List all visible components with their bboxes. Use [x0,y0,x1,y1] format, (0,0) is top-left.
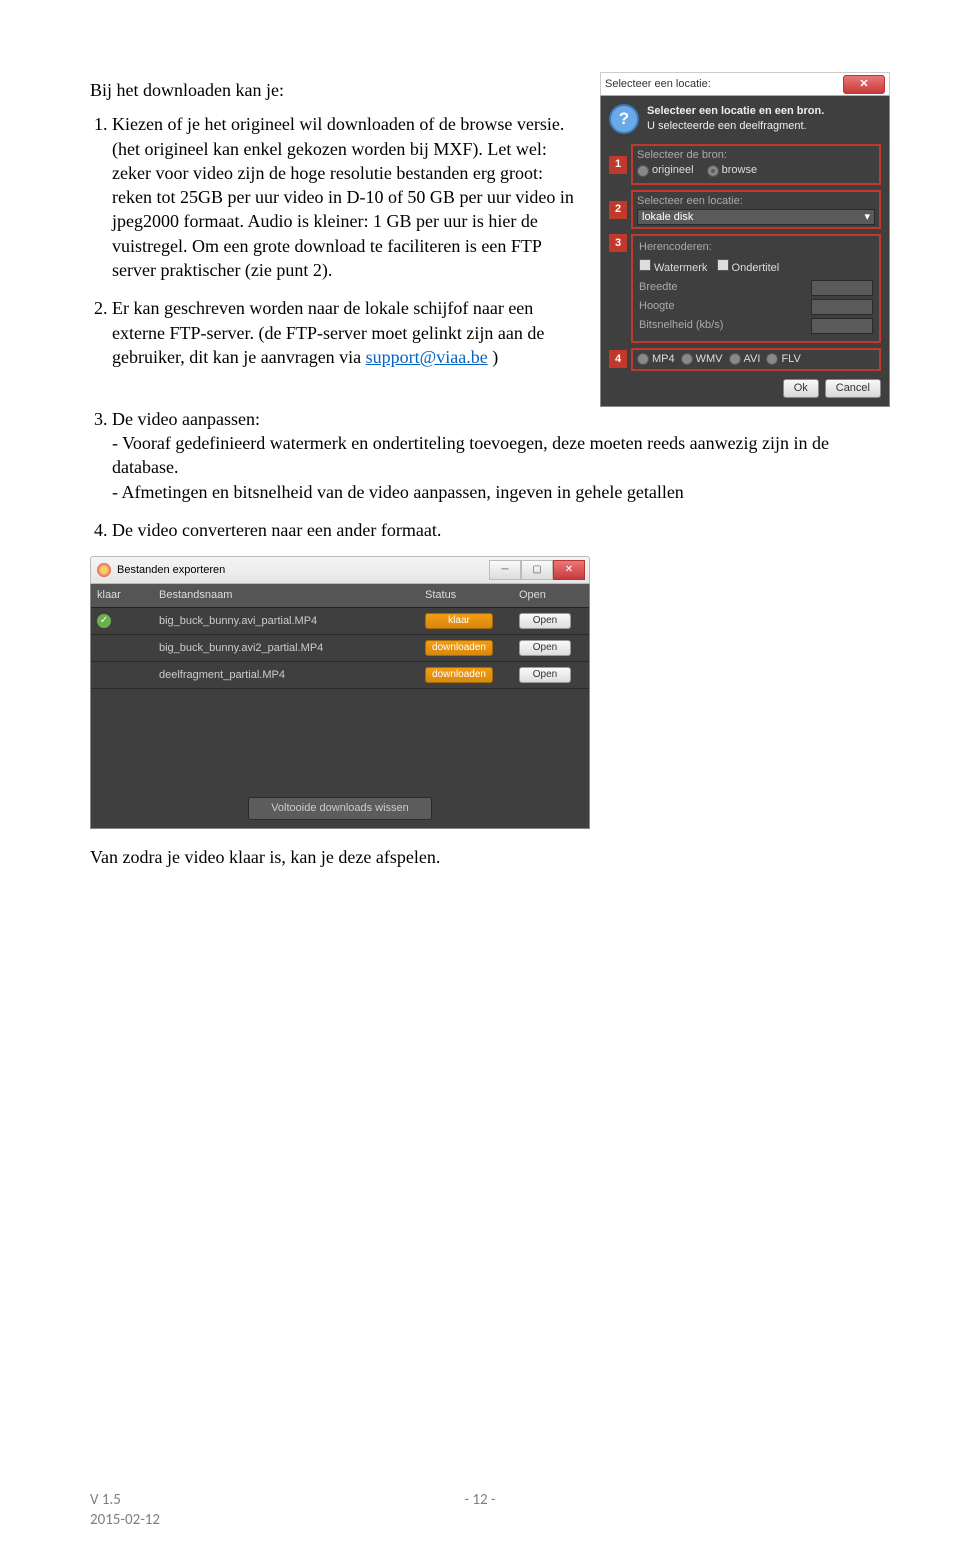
sec2-label: Selecteer een locatie: [637,194,875,209]
marker-2: 2 [609,201,627,219]
file-name: big_buck_bunny.avi2_partial.MP4 [153,641,419,656]
col-klaar: klaar [91,584,153,607]
col-status: Status [419,584,513,607]
item3-intro: De video aanpassen: [112,409,260,429]
maximize-icon[interactable]: ▢ [521,560,553,580]
app-icon [97,563,111,577]
item3-line1: - Vooraf gedefinieerd watermerk en onder… [112,433,829,477]
footer-version: V 1.5 [90,1491,121,1509]
bitsnelheid-input[interactable] [811,318,873,334]
bitsnelheid-label: Bitsnelheid (kb/s) [639,318,723,334]
question-icon: ? [609,104,639,134]
table-row: deelfragment_partial.MP4 downloaden Open [91,662,589,689]
chk-watermerk[interactable]: Watermerk [639,262,707,274]
main-text-column: Kiezen of je het origineel wil downloade… [90,112,580,383]
breedte-label: Breedte [639,280,678,296]
marker-4: 4 [609,350,627,368]
ok-button[interactable]: Ok [783,379,819,398]
hoogte-label: Hoogte [639,299,674,315]
col-open: Open [513,584,589,607]
radio-avi[interactable]: AVI [729,352,761,367]
radio-mp4[interactable]: MP4 [637,352,675,367]
list-item-3: De video aanpassen: - Vooraf gedefinieer… [112,407,890,504]
chk-ondertitel[interactable]: Ondertitel [717,262,780,274]
radio-browse[interactable]: browse [707,163,757,178]
marker-1: 1 [609,156,627,174]
breedte-input[interactable] [811,280,873,296]
close-icon[interactable]: ✕ [553,560,585,580]
page-footer: V 1.5 2015-02-12 - 12 - [90,1490,870,1531]
dialog-title: Selecteer een locatie: [605,77,711,92]
table-row: big_buck_bunny.avi2_partial.MP4 download… [91,635,589,662]
cancel-button[interactable]: Cancel [825,379,881,398]
status-button[interactable]: klaar [425,613,493,629]
export-window-title: Bestanden exporteren [117,563,225,578]
open-button[interactable]: Open [519,640,571,656]
close-icon[interactable]: ✕ [843,75,885,94]
dialog-msg-line: U selecteerde een deelfragment. [647,119,824,133]
footer-date: 2015-02-12 [90,1511,160,1529]
closing-text: Van zodra je video klaar is, kan je deze… [90,845,890,869]
file-name: big_buck_bunny.avi_partial.MP4 [153,614,419,629]
open-button[interactable]: Open [519,667,571,683]
location-dialog: Selecteer een locatie: ✕ ? Selecteer een… [600,72,890,406]
minimize-icon[interactable]: ─ [489,560,521,580]
table-row: ✓ big_buck_bunny.avi_partial.MP4 klaar O… [91,608,589,635]
status-button[interactable]: downloaden [425,667,493,683]
item3-line2: - Afmetingen en bitsnelheid van de video… [112,482,684,502]
radio-origineel[interactable]: origineel [637,163,694,178]
open-button[interactable]: Open [519,613,571,629]
support-email-link[interactable]: support@viaa.be [366,347,488,367]
radio-flv[interactable]: FLV [766,352,800,367]
radio-wmv[interactable]: WMV [681,352,723,367]
marker-3: 3 [609,234,627,252]
list-item-2: Er kan geschreven worden naar de lokale … [112,296,580,369]
sec3-label: Herencoderen: [639,240,873,255]
clear-downloads-button[interactable]: Voltooide downloads wissen [248,797,432,820]
file-name: deelfragment_partial.MP4 [153,668,419,683]
check-icon: ✓ [97,614,111,628]
chevron-down-icon: ▾ [864,210,870,225]
sec1-label: Selecteer de bron: [637,148,875,163]
list-item-1: Kiezen of je het origineel wil downloade… [112,112,580,282]
footer-page: - 12 - [350,1490,610,1531]
location-dropdown[interactable]: lokale disk▾ [637,209,875,225]
list-item-4: De video converteren naar een ander form… [112,518,890,542]
export-window: Bestanden exporteren ─ ▢ ✕ klaar Bestand… [90,556,590,829]
status-button[interactable]: downloaden [425,640,493,656]
dialog-msg-bold: Selecteer een locatie en een bron. [647,104,824,118]
col-bestandsnaam: Bestandsnaam [153,584,419,607]
hoogte-input[interactable] [811,299,873,315]
item2-text-b: ) [488,347,499,367]
